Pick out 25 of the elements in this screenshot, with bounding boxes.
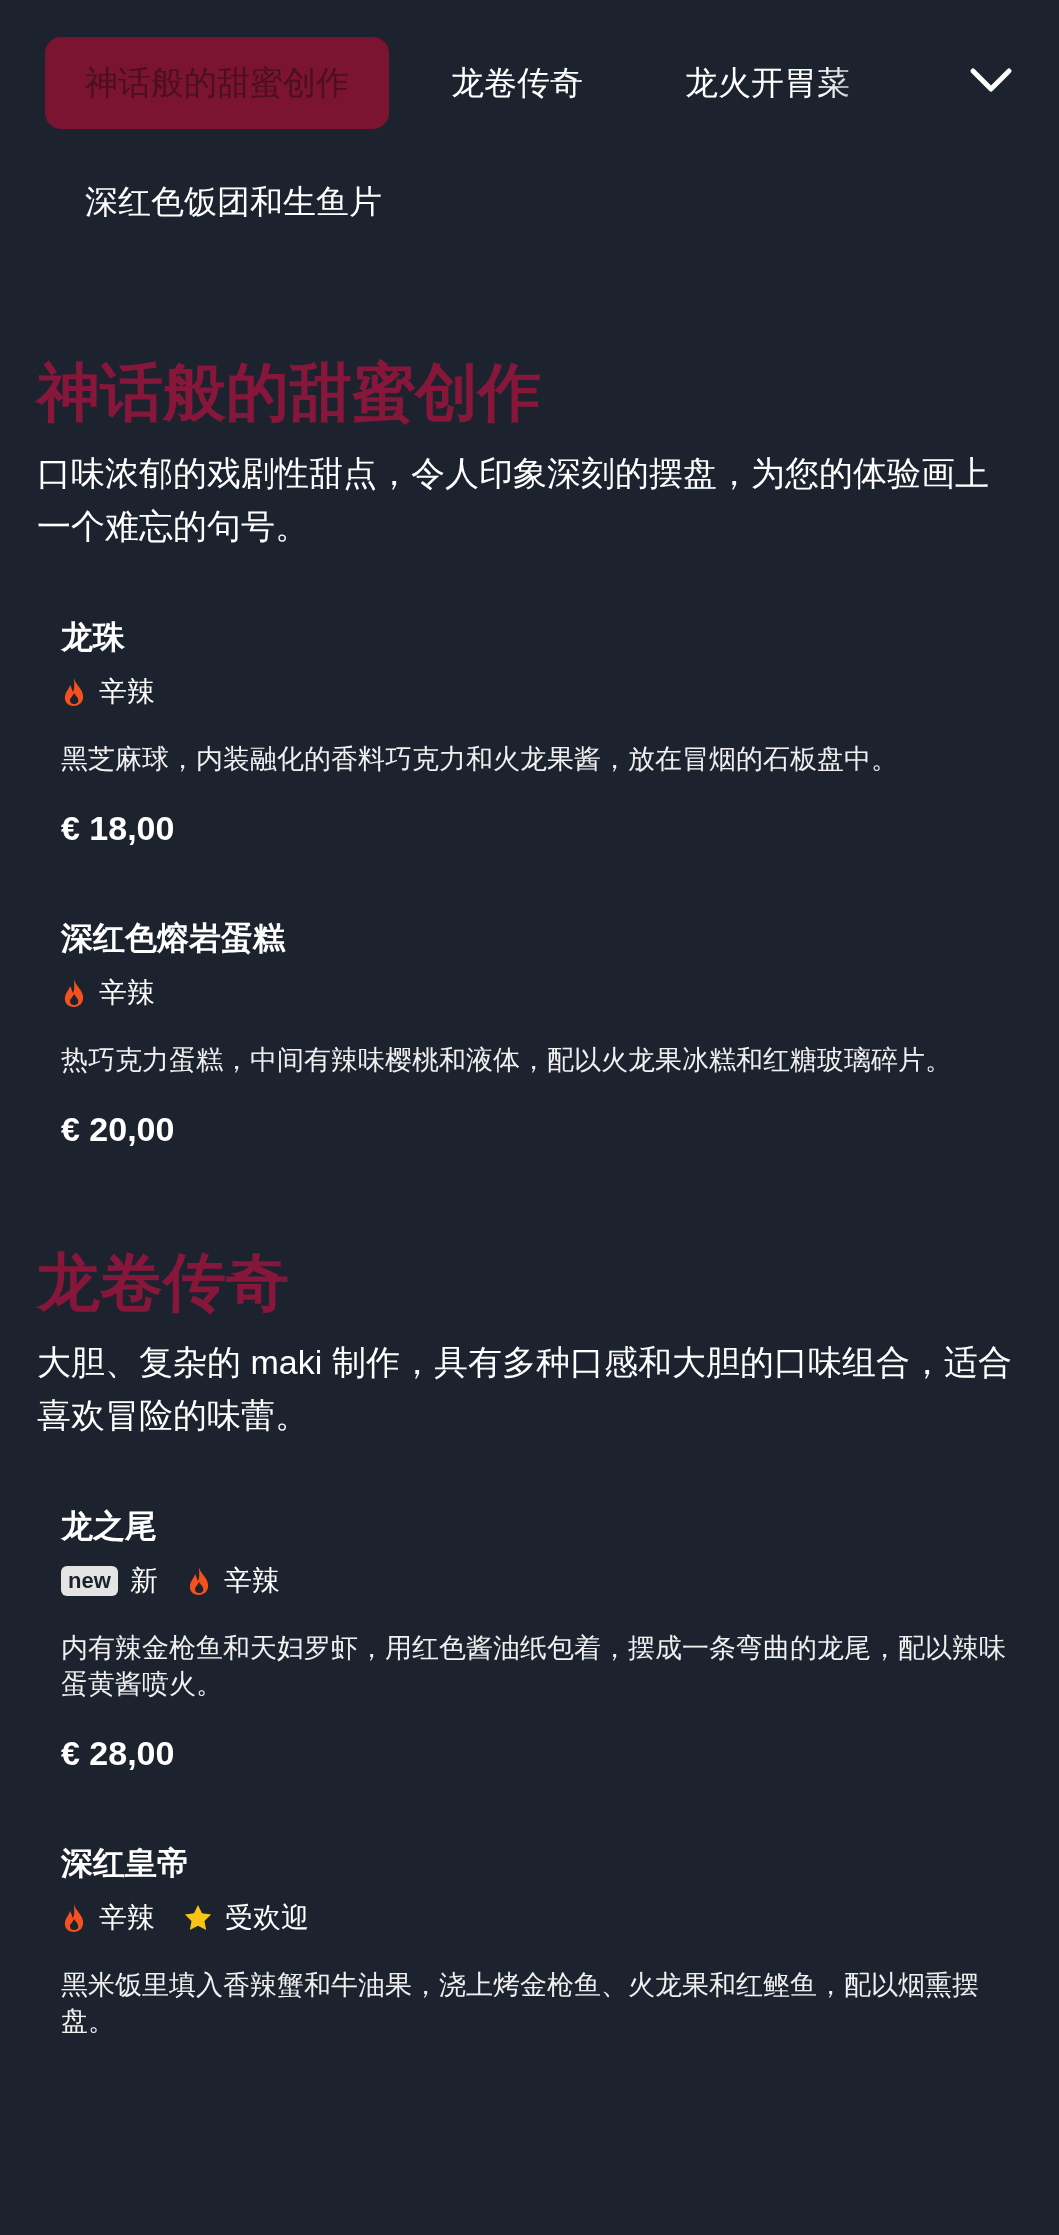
dish-name: 深红色熔岩蛋糕 bbox=[61, 918, 287, 958]
tag-label: 辛辣 bbox=[99, 1901, 155, 1936]
section-title: 神话般的甜蜜创作 bbox=[37, 356, 542, 429]
dish-price: € 18,00 bbox=[61, 807, 176, 849]
section-description: 口味浓郁的戏剧性甜点，令人印象深刻的摆盘，为您的体验画上一个难忘的句号。 bbox=[37, 452, 990, 547]
section-description: 大胆、复杂的 maki 制作，具有多种口感和大胆的口味组合，适合喜欢冒险的味蕾。 bbox=[37, 1342, 1013, 1437]
tag-label: 新 bbox=[129, 1564, 158, 1599]
tag-label: 辛辣 bbox=[99, 674, 155, 709]
dish-name: 龙之尾 bbox=[61, 1507, 158, 1547]
dish-description: 黑芝麻球，内装融化的香料巧克力和火龙果酱，放在冒烟的石板盘中。 bbox=[61, 742, 899, 776]
tag-label: 辛辣 bbox=[99, 975, 155, 1010]
category-tab[interactable]: 龙卷传奇 bbox=[411, 37, 623, 129]
tag-label: 辛辣 bbox=[223, 1564, 280, 1599]
dish-name: 深红皇帝 bbox=[61, 1844, 190, 1884]
tag-label: 受欢迎 bbox=[225, 1901, 309, 1936]
dish-description: 黑米饭里填入香辣蟹和牛油果，浇上烤金枪鱼、火龙果和红鲣鱼，配以烟熏摆盘。 bbox=[61, 1969, 980, 2039]
dish-price: € 28,00 bbox=[61, 1733, 176, 1775]
dish-price: € 20,00 bbox=[61, 1108, 176, 1150]
section-title: 龙卷传奇 bbox=[37, 1245, 290, 1319]
dish-name: 龙珠 bbox=[61, 617, 126, 657]
category-tab[interactable]: 龙火开胃菜 bbox=[645, 37, 890, 129]
dish-description: 热巧克力蛋糕，中间有辣味樱桃和液体，配以火龙果冰糕和红糖玻璃碎片。 bbox=[61, 1043, 953, 1077]
new-badge: new bbox=[61, 1566, 118, 1597]
category-tab[interactable]: 深红色饭团和生鱼片 bbox=[45, 159, 422, 245]
dish-description: 内有辣金枪鱼和天妇罗虾，用红色酱油纸包着，摆成一条弯曲的龙尾，配以辣味蛋黄酱喷火。 bbox=[61, 1632, 1007, 1702]
